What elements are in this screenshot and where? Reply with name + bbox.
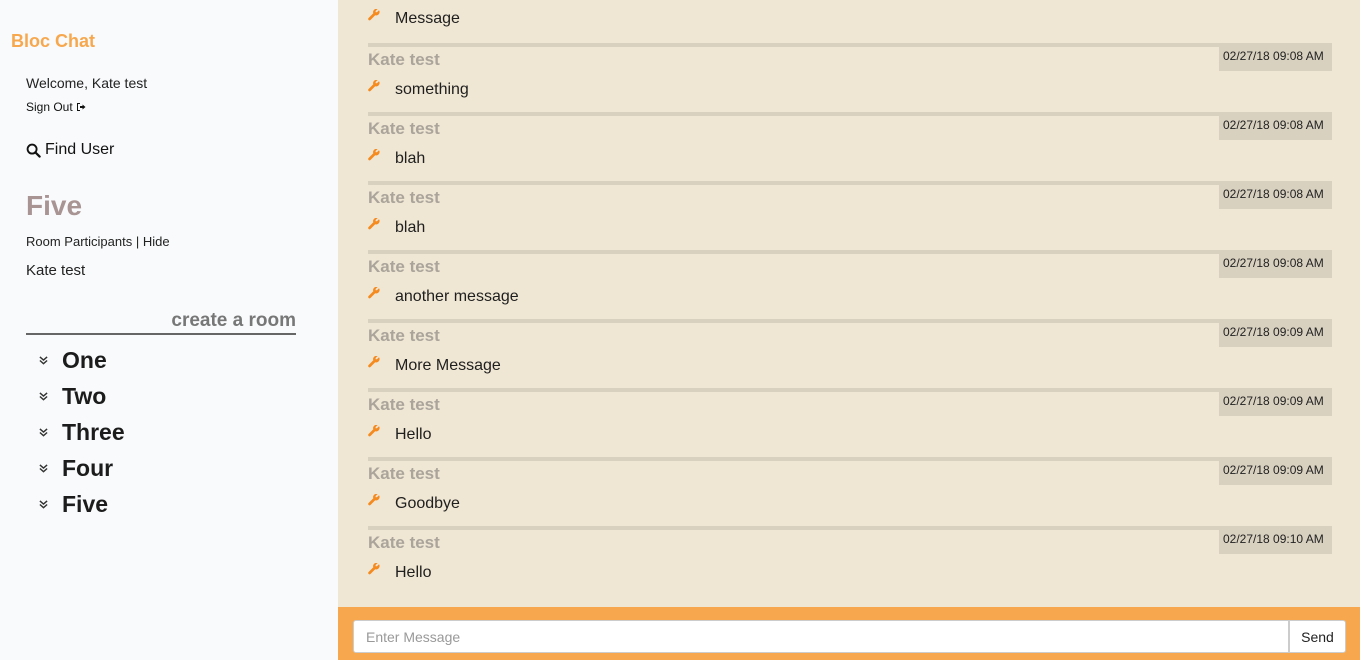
participants-hide-link[interactable]: Hide (143, 234, 170, 249)
room-item-five[interactable]: Five (36, 486, 125, 522)
message-author: Kate test (368, 188, 440, 207)
wrench-icon[interactable] (368, 425, 380, 437)
room-name: Four (62, 454, 114, 481)
wrench-icon[interactable] (368, 287, 380, 299)
participants-header: Room Participants | Hide (26, 234, 170, 249)
message-timestamp: 02/27/18 09:08 AM (1219, 254, 1332, 278)
room-name: Two (62, 382, 107, 409)
message-list: Message Kate test 02/27/18 09:08 AM some… (368, 0, 1332, 595)
message-text: blah (395, 219, 426, 236)
message-text: More Message (395, 357, 501, 374)
message-input[interactable] (353, 620, 1289, 653)
participants-separator: | (132, 234, 143, 249)
sign-out-link[interactable]: Sign Out (26, 100, 86, 114)
message-author: Kate test (368, 119, 440, 138)
room-item-one[interactable]: One (36, 342, 125, 378)
send-button[interactable]: Send (1289, 620, 1346, 653)
wrench-icon[interactable] (368, 149, 380, 161)
message-item: Kate test 02/27/18 09:08 AM blah (368, 181, 1332, 250)
brand-title: Bloc Chat (11, 31, 96, 51)
sign-out-icon (76, 103, 86, 111)
message-body: something (368, 80, 469, 99)
message-text: Hello (395, 426, 432, 443)
room-name: Five (62, 490, 109, 517)
chevron-double-down-icon[interactable] (36, 497, 50, 511)
message-timestamp: 02/27/18 09:08 AM (1219, 185, 1332, 209)
app: Bloc Chat Welcome, Kate test Sign Out Fi… (0, 0, 1360, 660)
message-author: Kate test (368, 533, 440, 552)
message-item: Kate test 02/27/18 09:10 AM Hello (368, 526, 1332, 595)
message-author: Kate test (368, 257, 440, 276)
room-item-four[interactable]: Four (36, 450, 125, 486)
message-author: Kate test (368, 395, 440, 414)
room-item-three[interactable]: Three (36, 414, 125, 450)
chevron-double-down-icon[interactable] (36, 389, 50, 403)
chevron-double-down-icon[interactable] (36, 461, 50, 475)
message-item: Kate test 02/27/18 09:09 AM Hello (368, 388, 1332, 457)
sign-out-label: Sign Out (26, 100, 73, 114)
message-body: Hello (368, 425, 432, 444)
message-text: Hello (395, 564, 432, 581)
message-item: Kate test 02/27/18 09:08 AM something (368, 43, 1332, 112)
find-user-button[interactable]: Find User (26, 141, 114, 159)
wrench-icon[interactable] (368, 563, 380, 575)
message-item: Kate test 02/27/18 09:08 AM another mess… (368, 250, 1332, 319)
find-user-label: Find User (45, 141, 115, 158)
message-body: another message (368, 287, 519, 306)
create-room-button[interactable]: create a room (26, 310, 296, 335)
message-timestamp: 02/27/18 09:09 AM (1219, 323, 1332, 347)
message-body: Message (368, 9, 460, 28)
message-text: Message (395, 10, 460, 27)
room-name: Three (62, 418, 125, 445)
message-timestamp: 02/27/18 09:10 AM (1219, 530, 1332, 554)
room-item-two[interactable]: Two (36, 378, 125, 414)
search-icon (26, 143, 41, 158)
message-timestamp: 02/27/18 09:09 AM (1219, 461, 1332, 485)
wrench-icon[interactable] (368, 356, 380, 368)
message-body: More Message (368, 356, 501, 375)
message-text: Goodbye (395, 495, 460, 512)
message-text: something (395, 81, 469, 98)
wrench-icon[interactable] (368, 9, 380, 21)
wrench-icon[interactable] (368, 218, 380, 230)
wrench-icon[interactable] (368, 80, 380, 92)
message-text: another message (395, 288, 519, 305)
message-item: Message (368, 0, 1332, 43)
message-item: Kate test 02/27/18 09:08 AM blah (368, 112, 1332, 181)
participants-toggle[interactable]: Room Participants (26, 234, 132, 249)
message-text: blah (395, 150, 426, 167)
welcome-text: Welcome, Kate test (26, 75, 148, 91)
message-body: Goodbye (368, 494, 460, 513)
message-timestamp: 02/27/18 09:09 AM (1219, 392, 1332, 416)
current-room-title: Five (26, 190, 83, 221)
sidebar: Bloc Chat Welcome, Kate test Sign Out Fi… (0, 0, 338, 660)
room-list: One Two Three Four Five (36, 342, 125, 522)
message-body: blah (368, 218, 426, 237)
chevron-double-down-icon[interactable] (36, 425, 50, 439)
message-author: Kate test (368, 326, 440, 345)
message-panel: Message Kate test 02/27/18 09:08 AM some… (338, 0, 1360, 607)
message-body: Hello (368, 563, 432, 582)
participant-item: Kate test (26, 262, 86, 279)
message-item: Kate test 02/27/18 09:09 AM Goodbye (368, 457, 1332, 526)
message-composer: Send (338, 607, 1360, 660)
wrench-icon[interactable] (368, 494, 380, 506)
room-name: One (62, 346, 107, 373)
message-item: Kate test 02/27/18 09:09 AM More Message (368, 319, 1332, 388)
message-timestamp: 02/27/18 09:08 AM (1219, 116, 1332, 140)
message-author: Kate test (368, 50, 440, 69)
message-timestamp: 02/27/18 09:08 AM (1219, 47, 1332, 71)
chevron-double-down-icon[interactable] (36, 353, 50, 367)
message-author: Kate test (368, 464, 440, 483)
message-body: blah (368, 149, 426, 168)
